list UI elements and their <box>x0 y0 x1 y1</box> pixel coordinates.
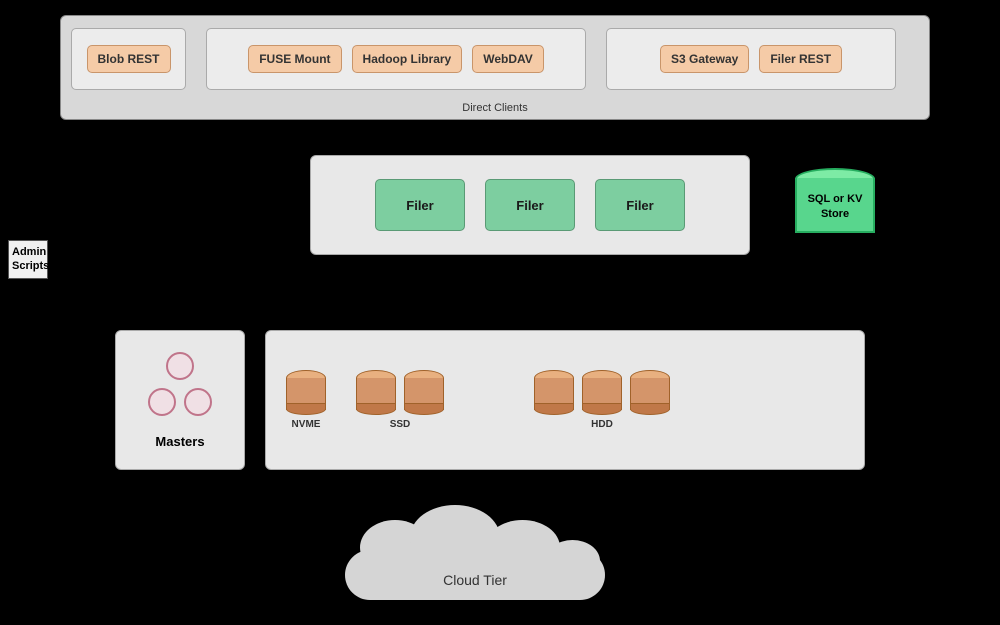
masters-label: Masters <box>155 434 204 449</box>
drum-bottom-nvme <box>286 403 326 415</box>
s3-gateway-box: S3 Gateway <box>660 45 749 73</box>
nvme-drum <box>286 370 326 415</box>
filer-container: Filer Filer Filer <box>310 155 750 255</box>
ssd-drum-2 <box>404 370 444 415</box>
master-circle-left <box>148 388 176 416</box>
ssd-row <box>356 370 444 415</box>
hadoop-library-box: Hadoop Library <box>352 45 463 73</box>
hdd-group: HDD <box>534 370 670 430</box>
cloud-shape: Cloud Tier <box>325 520 625 600</box>
sql-kv-cylinder: SQL or KVStore <box>795 168 875 243</box>
masters-container: Masters <box>115 330 245 470</box>
ssd-drum-shape-1 <box>356 370 396 415</box>
masters-circles <box>148 352 212 416</box>
nvme-drum-shape <box>286 370 326 415</box>
nvme-label: NVME <box>292 419 321 430</box>
sql-kv-container: SQL or KVStore <box>790 165 880 245</box>
hdd-drum-2 <box>582 370 622 415</box>
diagram-area: Admin Scripts Blob REST FUSE Mount Hadoo… <box>0 0 1000 625</box>
cylinder-body: SQL or KVStore <box>795 178 875 233</box>
sql-kv-label: SQL or KVStore <box>808 192 863 221</box>
hdd-drum-1 <box>534 370 574 415</box>
webdav-box: WebDAV <box>472 45 544 73</box>
middle-clients-group: FUSE Mount Hadoop Library WebDAV <box>206 28 586 90</box>
hdd-drum-shape-3 <box>630 370 670 415</box>
ssd-label: SSD <box>390 419 411 430</box>
hdd-row <box>534 370 670 415</box>
fuse-mount-box: FUSE Mount <box>248 45 341 73</box>
drum-bottom-hdd2 <box>582 403 622 415</box>
hdd-drum-shape-2 <box>582 370 622 415</box>
hdd-drum-3 <box>630 370 670 415</box>
filer-box-2: Filer <box>485 179 575 231</box>
hdd-label: HDD <box>591 419 613 430</box>
drum-bottom-ssd1 <box>356 403 396 415</box>
master-circle-top <box>166 352 194 380</box>
cloud-tier-label: Cloud Tier <box>443 572 507 588</box>
filer-box-3: Filer <box>595 179 685 231</box>
master-circle-right <box>184 388 212 416</box>
drum-bottom-hdd1 <box>534 403 574 415</box>
filer-rest-box: Filer REST <box>759 45 842 73</box>
direct-clients-container: Blob REST FUSE Mount Hadoop Library WebD… <box>60 15 930 120</box>
cloud-tier-container: Cloud Tier <box>300 515 650 605</box>
blob-rest-box: Blob REST <box>87 45 171 73</box>
filer-box-1: Filer <box>375 179 465 231</box>
storage-container: NVME S <box>265 330 865 470</box>
ssd-drum-1 <box>356 370 396 415</box>
right-clients-group: S3 Gateway Filer REST <box>606 28 896 90</box>
drum-bottom-hdd3 <box>630 403 670 415</box>
drum-bottom-ssd2 <box>404 403 444 415</box>
admin-scripts-label: Admin Scripts <box>8 240 48 279</box>
ssd-drum-shape-2 <box>404 370 444 415</box>
direct-clients-label: Direct Clients <box>462 102 527 114</box>
blob-rest-group: Blob REST <box>71 28 186 90</box>
nvme-group: NVME <box>286 370 326 430</box>
hdd-drum-shape-1 <box>534 370 574 415</box>
ssd-group: SSD <box>356 370 444 430</box>
